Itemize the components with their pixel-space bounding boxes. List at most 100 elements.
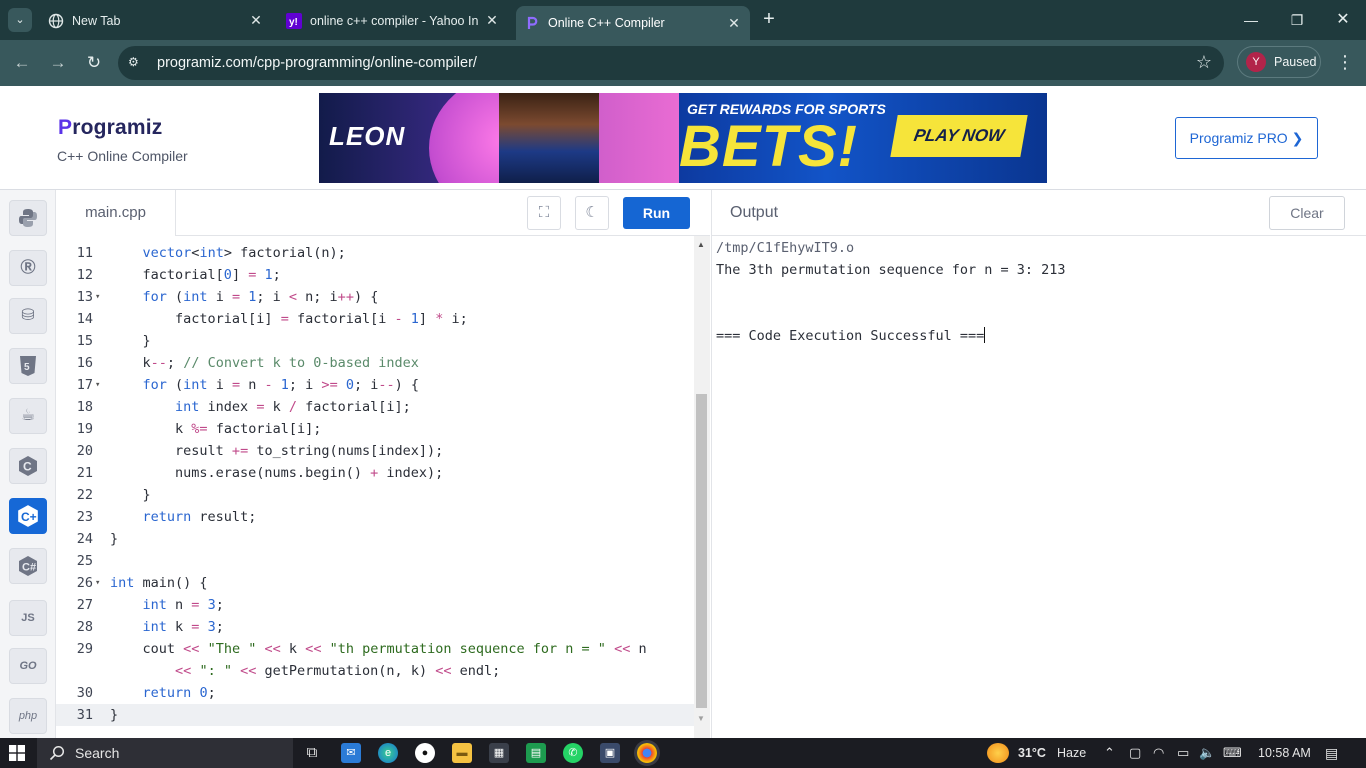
forward-icon[interactable]: → — [46, 51, 70, 75]
store-icon[interactable]: ▦ — [489, 743, 509, 763]
task-view-icon[interactable]: ⧉ — [302, 743, 322, 763]
close-tab-icon[interactable]: ✕ — [248, 12, 264, 28]
url-text[interactable]: programiz.com/cpp-programming/online-com… — [157, 55, 477, 71]
minimize-icon[interactable]: — — [1236, 8, 1266, 32]
code-line[interactable]: 11 vector<int> factorial(n); — [56, 242, 694, 264]
fold-arrow-icon[interactable]: ▾ — [95, 374, 100, 396]
profile-button[interactable]: Y Paused — [1237, 46, 1321, 78]
php-icon[interactable]: php — [9, 698, 47, 734]
chrome-icon[interactable] — [637, 743, 657, 763]
python-icon[interactable] — [9, 200, 47, 236]
weather-condition[interactable]: Haze — [1057, 746, 1086, 760]
ad-play-now-button[interactable]: PLAY NOW — [890, 115, 1028, 157]
dark-mode-icon[interactable]: ☾ — [575, 196, 609, 230]
close-tab-icon[interactable]: ✕ — [484, 12, 500, 28]
code-line[interactable]: 17 ▾ for (int i = n - 1; i >= 0; i--) { — [56, 374, 694, 396]
code-line[interactable]: 24} — [56, 528, 694, 550]
code-line[interactable]: << ": " << getPermutation(n, k) << endl; — [56, 660, 694, 682]
js-icon[interactable]: JS — [9, 600, 47, 636]
file-explorer-icon[interactable]: ▬ — [452, 743, 472, 763]
file-tab-main-cpp[interactable]: main.cpp — [56, 190, 176, 236]
bookmark-star-icon[interactable]: ☆ — [1196, 52, 1212, 73]
back-icon[interactable]: ← — [10, 51, 34, 75]
clear-button[interactable]: Clear — [1269, 196, 1345, 230]
code-line[interactable]: 13 ▾ for (int i = 1; i < n; i++) { — [56, 286, 694, 308]
code-text: factorial[0] = 1; — [110, 267, 281, 283]
tab-search-button[interactable]: ⌄ — [8, 8, 32, 32]
go-icon[interactable]: GO — [9, 648, 47, 684]
tab-online-cpp-compiler[interactable]: Online C++ Compiler ✕ — [516, 6, 750, 40]
fold-arrow-icon[interactable]: ▾ — [95, 286, 100, 308]
scroll-down-icon[interactable]: ▼ — [697, 714, 705, 723]
sheets-icon[interactable]: ▤ — [526, 743, 546, 763]
clock[interactable]: 10:58 AM — [1258, 746, 1311, 760]
search-icon — [49, 745, 65, 761]
go-label: GO — [19, 660, 37, 672]
close-window-icon[interactable]: ✕ — [1328, 8, 1358, 32]
programiz-logo[interactable]: Programiz — [58, 116, 163, 140]
code-editor[interactable]: 11 vector<int> factorial(n); 12 factorial… — [56, 236, 694, 738]
code-line[interactable]: 27 int n = 3; — [56, 594, 694, 616]
code-line[interactable]: 20 result += to_string(nums[index]); — [56, 440, 694, 462]
address-bar[interactable]: ⚙ programiz.com/cpp-programming/online-c… — [118, 46, 1224, 80]
code-line[interactable]: 26 ▾ int main() { — [56, 572, 694, 594]
tab-title: Online C++ Compiler — [548, 16, 665, 30]
output-console[interactable]: /tmp/C1fEhywIT9.o The 3th permutation se… — [711, 236, 1366, 738]
editor-scrollbar[interactable]: ▲ ▼ — [694, 236, 710, 738]
ad-player-image — [499, 93, 599, 183]
mail-icon[interactable]: ✉ — [341, 743, 361, 763]
java-icon[interactable]: ☕ — [9, 398, 47, 434]
code-line[interactable]: 23 return result; — [56, 506, 694, 528]
programiz-pro-button[interactable]: Programiz PRO ❯ — [1175, 117, 1318, 159]
csharp-icon[interactable]: C# — [9, 548, 47, 584]
tab-yahoo-search[interactable]: y! online c++ compiler - Yahoo In ✕ — [278, 6, 508, 36]
weather-haze-icon[interactable] — [987, 743, 1009, 763]
volume-icon[interactable]: 🔈 — [1199, 745, 1215, 761]
taskbar-search[interactable]: Search — [37, 738, 293, 768]
fullscreen-icon[interactable]: ⛶ — [527, 196, 561, 230]
run-button[interactable]: Run — [623, 197, 690, 229]
restore-icon[interactable]: ❐ — [1282, 8, 1312, 32]
advertisement-banner[interactable]: LEON GET REWARDS FOR SPORTS BETS! PLAY N… — [319, 93, 1047, 183]
notification-icon[interactable]: ▤ — [1325, 745, 1338, 762]
language-sidebar: Ⓡ ⛁ 5 ☕ C C+ C# JS GO php — [0, 190, 56, 738]
code-line[interactable]: 16 k--; // Convert k to 0-based index — [56, 352, 694, 374]
tab-new-tab[interactable]: New Tab ✕ — [40, 6, 272, 36]
scroll-up-icon[interactable]: ▲ — [697, 240, 705, 249]
github-icon[interactable]: ● — [415, 743, 435, 763]
browser-menu-icon[interactable]: ⋮ — [1336, 51, 1354, 73]
site-info-icon[interactable]: ⚙ — [128, 55, 144, 71]
battery-icon[interactable]: ▭ — [1177, 745, 1189, 761]
code-line[interactable]: 12 factorial[0] = 1; — [56, 264, 694, 286]
close-tab-icon[interactable]: ✕ — [726, 15, 742, 31]
c-icon[interactable]: C — [9, 448, 47, 484]
chevron-up-icon[interactable]: ⌃ — [1104, 745, 1115, 761]
code-line[interactable]: 15 } — [56, 330, 694, 352]
device-icon[interactable]: ▢ — [1129, 745, 1141, 761]
code-line[interactable]: 29 cout << "The " << k << "th permutatio… — [56, 638, 694, 660]
code-line[interactable]: 18 int index = k / factorial[i]; — [56, 396, 694, 418]
code-line[interactable]: 30 return 0; — [56, 682, 694, 704]
temperature[interactable]: 31°C — [1018, 746, 1046, 760]
code-line[interactable]: 25 — [56, 550, 694, 572]
devtools-icon[interactable]: ▣ — [600, 743, 620, 763]
code-line[interactable]: 31} — [56, 704, 694, 726]
windows-start-icon[interactable] — [9, 745, 25, 761]
code-line[interactable]: 21 nums.erase(nums.begin() + index); — [56, 462, 694, 484]
sql-icon[interactable]: ⛁ — [9, 298, 47, 334]
wifi-icon[interactable]: ◠ — [1153, 745, 1164, 761]
html5-icon[interactable]: 5 — [9, 348, 47, 384]
edge-icon[interactable]: e — [378, 743, 398, 763]
reload-icon[interactable]: ↻ — [82, 51, 106, 75]
r-icon[interactable]: Ⓡ — [9, 250, 47, 286]
code-line[interactable]: 28 int k = 3; — [56, 616, 694, 638]
fold-arrow-icon[interactable]: ▾ — [95, 572, 100, 594]
whatsapp-icon[interactable]: ✆ — [563, 743, 583, 763]
keyboard-icon[interactable]: ⌨ — [1223, 745, 1242, 761]
code-line[interactable]: 22 } — [56, 484, 694, 506]
code-line[interactable]: 19 k %= factorial[i]; — [56, 418, 694, 440]
scrollbar-thumb[interactable] — [696, 394, 707, 708]
code-line[interactable]: 14 factorial[i] = factorial[i - 1] * i; — [56, 308, 694, 330]
new-tab-button[interactable]: + — [758, 8, 780, 32]
cpp-icon[interactable]: C+ — [9, 498, 47, 534]
